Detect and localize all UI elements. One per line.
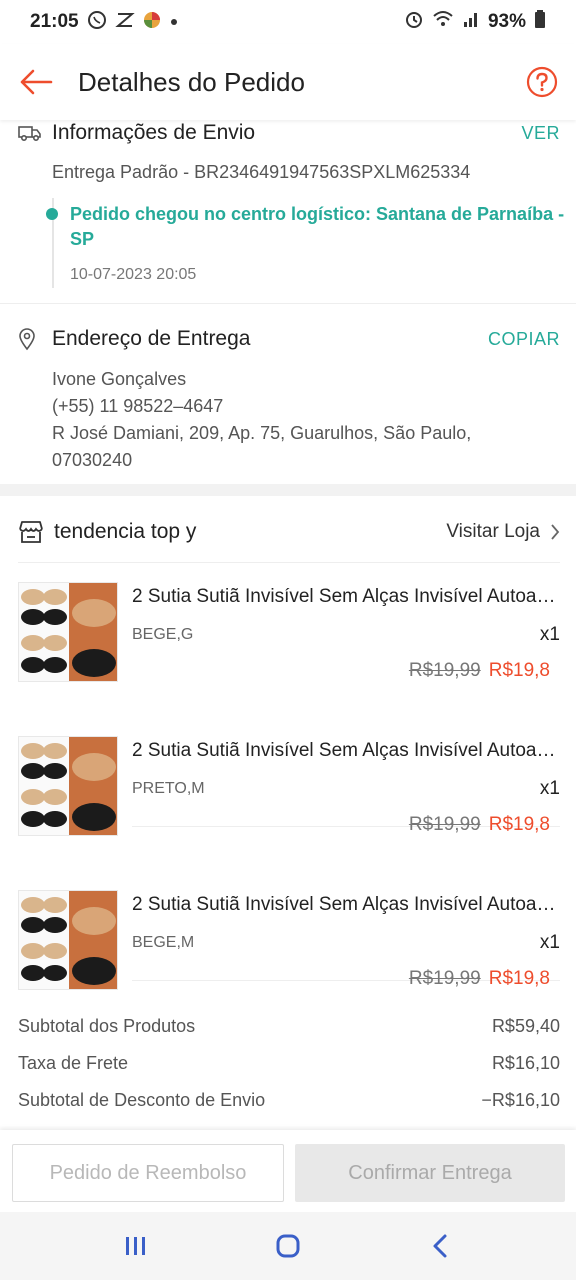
tracking-status-line1: Pedido chegou no centro logístico: Santa…	[70, 204, 565, 224]
price-discounted: R$19,8	[488, 814, 550, 835]
status-bar: 21:05 93%	[0, 0, 576, 44]
delivery-address-section: Endereço de Entrega COPIAR Ivone Gonçalv…	[0, 304, 576, 484]
price-original: R$19,99	[408, 660, 481, 681]
store-icon	[19, 521, 43, 543]
product-variant: PRETO,M	[132, 780, 205, 797]
system-nav-bar	[0, 1212, 576, 1280]
shipping-info-section: Informações de Envio VER Entrega Padrão …	[0, 120, 576, 303]
alarm-icon	[404, 9, 424, 35]
recipient-phone: (+55) 11 98522–4647	[52, 396, 224, 416]
home-icon	[276, 1234, 300, 1258]
recipient-name: Ivone Gonçalves	[52, 369, 187, 389]
product-prices: R$19,99 R$19,8	[409, 660, 550, 682]
page-title: Detalhes do Pedido	[78, 66, 305, 97]
address-lines: Ivone Gonçalves (+55) 11 98522–4647 R Jo…	[52, 366, 552, 474]
help-icon	[526, 66, 558, 98]
summary-row-shipping-fee: Taxa de Frete R$16,10	[18, 1049, 560, 1077]
tracking-status-line2: SP	[70, 229, 95, 249]
chevron-right-icon	[551, 524, 560, 540]
product-variant: BEGE,M	[132, 934, 195, 951]
view-shipping-link[interactable]: VER	[521, 123, 560, 144]
chevron-left-icon	[433, 1234, 447, 1258]
truck-icon	[18, 126, 41, 142]
shop-divider	[18, 562, 560, 563]
product-quantity: x1	[539, 932, 560, 953]
tracking-status[interactable]: Pedido chegou no centro logístico: Santa…	[70, 202, 576, 252]
product-variant: BEGE,G	[132, 626, 194, 643]
delivery-address-header: Endereço de Entrega COPIAR	[18, 324, 560, 354]
help-button[interactable]	[512, 52, 572, 112]
product-thumbnail	[18, 736, 118, 836]
shop-header: tendencia top y Visitar Loja	[18, 516, 560, 548]
status-right: 93%	[404, 9, 546, 35]
status-left: 21:05	[30, 10, 179, 35]
shop-section: tendencia top y Visitar Loja 2 Sutia Sut…	[0, 496, 576, 1130]
bottom-action-bar: Pedido de Reembolso Confirmar Entrega	[0, 1130, 576, 1212]
timeline-dot	[46, 208, 58, 220]
summary-value: R$59,40	[491, 1015, 560, 1036]
recent-apps-icon	[126, 1237, 145, 1255]
shipping-info-header: Informações de Envio VER	[18, 120, 560, 146]
tracking-date: 10-07-2023 20:05	[70, 266, 197, 283]
product-item[interactable]: 2 Sutia Sutiã Invisível Sem Alças Invisí…	[18, 880, 560, 1004]
summary-label: Taxa de Frete	[18, 1052, 129, 1073]
refund-request-button[interactable]: Pedido de Reembolso	[12, 1144, 284, 1202]
status-time: 21:05	[30, 11, 79, 32]
product-prices: R$19,99 R$19,8	[409, 968, 550, 990]
shop-name: tendencia top y	[54, 520, 197, 543]
product-name: 2 Sutia Sutiã Invisível Sem Alças Invisí…	[132, 740, 560, 761]
price-discounted: R$19,8	[488, 660, 550, 681]
delivery-address-title: Endereço de Entrega	[52, 327, 251, 350]
shipping-method: Entrega Padrão - BR2346491947563SPXLM625…	[52, 162, 471, 182]
product-thumbnail	[18, 890, 118, 990]
signal-icon	[462, 10, 480, 34]
address-zip: 07030240	[52, 450, 133, 470]
product-item[interactable]: 2 Sutia Sutiã Invisível Sem Alças Invisí…	[18, 726, 560, 850]
product-item[interactable]: 2 Sutia Sutiã Invisível Sem Alças Invisí…	[18, 572, 560, 696]
location-pin-icon	[19, 328, 35, 351]
home-button[interactable]	[258, 1221, 318, 1271]
summary-label: Subtotal de Desconto de Envio	[18, 1089, 266, 1110]
section-divider-thick	[0, 484, 576, 496]
copy-address-button[interactable]: COPIAR	[488, 329, 560, 350]
product-name: 2 Sutia Sutiã Invisível Sem Alças Invisí…	[132, 894, 560, 915]
product-quantity: x1	[539, 778, 560, 799]
address-street: R José Damiani, 209, Ap. 75, Guarulhos, …	[52, 423, 472, 443]
product-prices: R$19,99 R$19,8	[409, 814, 550, 836]
visit-shop-button[interactable]: Visitar Loja	[446, 521, 560, 543]
confirm-delivery-button[interactable]: Confirmar Entrega	[295, 1144, 565, 1202]
battery-icon	[534, 9, 546, 35]
summary-label: Subtotal dos Produtos	[18, 1015, 196, 1036]
summary-row-shipping-discount: Subtotal de Desconto de Envio −R$16,10	[18, 1086, 560, 1114]
wifi-icon	[432, 9, 454, 35]
system-back-button[interactable]	[410, 1221, 470, 1271]
summary-value: R$16,10	[491, 1052, 560, 1073]
price-original: R$19,99	[408, 814, 481, 835]
price-discounted: R$19,8	[488, 968, 550, 989]
product-name: 2 Sutia Sutiã Invisível Sem Alças Invisí…	[132, 586, 560, 607]
colorful-app-icon	[143, 11, 161, 34]
summary-row-subtotal: Subtotal dos Produtos R$59,40	[18, 1012, 560, 1040]
back-button[interactable]	[6, 52, 66, 112]
visit-shop-label: Visitar Loja	[446, 521, 540, 542]
price-original: R$19,99	[408, 968, 481, 989]
whatsapp-icon	[87, 10, 107, 35]
shipping-info-title: Informações de Envio	[52, 121, 256, 144]
product-thumbnail	[18, 582, 118, 682]
app-notification-icon	[114, 10, 135, 35]
summary-value: −R$16,10	[481, 1089, 560, 1110]
app-bar: Detalhes do Pedido	[0, 44, 576, 120]
recent-apps-button[interactable]	[106, 1221, 166, 1271]
arrow-left-icon	[20, 69, 53, 95]
battery-percent: 93%	[487, 11, 526, 32]
order-details-content[interactable]: Informações de Envio VER Entrega Padrão …	[0, 120, 576, 1130]
product-quantity: x1	[539, 624, 560, 645]
notification-dot-icon	[169, 12, 179, 32]
